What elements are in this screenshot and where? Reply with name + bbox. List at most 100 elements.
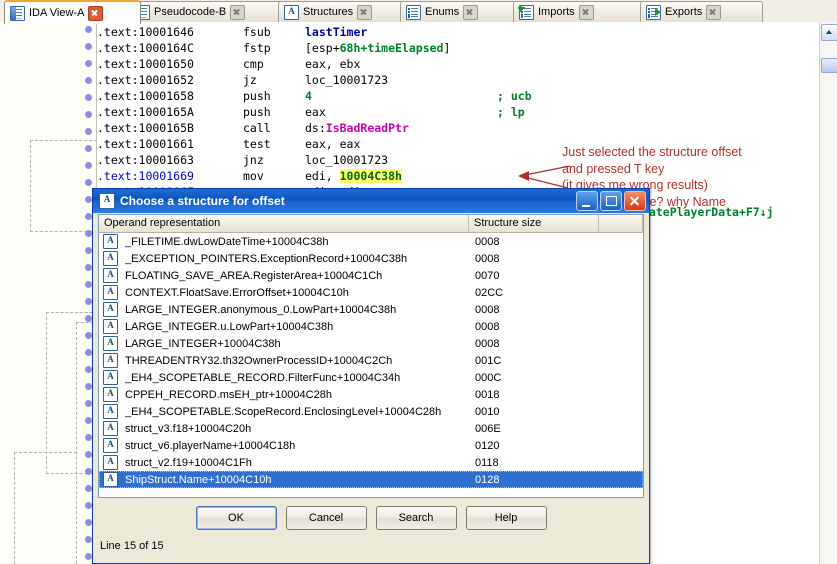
tab-pseudocode-b[interactable]: Pseudocode-B — [129, 1, 288, 22]
structure-list[interactable]: Operand representation Structure size A _… — [98, 214, 644, 498]
maximize-button[interactable] — [600, 191, 622, 211]
column-header-size[interactable]: Structure size — [469, 215, 599, 232]
tab-enums[interactable]: Enums — [400, 1, 523, 22]
ok-button[interactable]: OK — [195, 506, 277, 530]
disasm-line[interactable]: .text:10001646 fsub lastTimer — [97, 24, 367, 40]
tab-structures[interactable]: A Structures — [278, 1, 409, 22]
struct-a-icon: A — [103, 285, 118, 300]
scroll-up-button[interactable] — [821, 24, 837, 41]
table-row[interactable]: A LARGE_INTEGER.anonymous_0.LowPart+10004… — [99, 301, 643, 318]
disasm-line[interactable]: .text:10001650 cmp eax, ebx — [97, 56, 360, 72]
table-row[interactable]: A _EH4_SCOPETABLE_RECORD.FilterFunc+10004… — [99, 369, 643, 386]
choose-structure-dialog[interactable]: A Choose a structure for offset Operand … — [92, 188, 650, 564]
line-marker-dot — [85, 264, 92, 271]
line-address: .text:1000165A — [97, 105, 194, 119]
line-marker-dot — [85, 60, 92, 67]
line-operand[interactable]: edi, 10004C38h — [305, 168, 402, 184]
dialog-body: Operand representation Structure size A _… — [96, 214, 646, 560]
row-structure-size: 0008 — [475, 320, 500, 333]
row-operand-representation: LARGE_INTEGER+10004C38h — [125, 337, 281, 350]
disasm-line[interactable]: .text:1000164C fstp [esp+68h+timeElapsed] — [97, 40, 450, 56]
line-marker-dot — [85, 400, 92, 407]
disasm-line[interactable]: .text:10001658 push 4 ; ucb — [97, 88, 532, 104]
list-rows[interactable]: A _FILETIME.dwLowDateTime+10004C38h 0008 A _… — [99, 233, 643, 497]
row-operand-representation: _EH4_SCOPETABLE_RECORD.FilterFunc+10004C… — [125, 371, 401, 384]
line-operand[interactable]: loc_10001723 — [305, 152, 388, 168]
struct-a-icon: A — [99, 193, 115, 209]
line-marker-dot — [85, 111, 92, 118]
line-operand[interactable]: loc_10001723 — [305, 72, 388, 88]
column-header-operand[interactable]: Operand representation — [99, 215, 469, 232]
line-address: .text:10001650 — [97, 57, 194, 71]
tab-close-icon[interactable] — [463, 4, 479, 20]
line-operand[interactable]: eax, eax — [305, 136, 360, 152]
table-row[interactable]: A FLOATING_SAVE_AREA.RegisterArea+10004C1… — [99, 267, 643, 284]
table-row[interactable]: A _EXCEPTION_POINTERS.ExceptionRecord+100… — [99, 250, 643, 267]
table-row[interactable]: Astruct_v6.playerName+10004C18h 0120 — [99, 437, 643, 454]
tab-ida-view-a[interactable]: IDA View-A — [4, 0, 141, 24]
table-row[interactable]: Astruct_v2.f19+10004C1Fh 0118 — [99, 454, 643, 471]
disasm-line[interactable]: .text:10001669 mov edi, 10004C38h — [97, 168, 402, 184]
cancel-button[interactable]: Cancel — [285, 506, 367, 530]
line-mnemonic: fsub — [243, 25, 271, 39]
highlighted-operand[interactable]: 10004C38h — [339, 169, 402, 183]
line-operand[interactable]: [esp+68h+timeElapsed] — [305, 40, 450, 56]
close-button[interactable] — [624, 191, 646, 211]
row-operand-representation: _EH4_SCOPETABLE.ScopeRecord.EnclosingLev… — [125, 405, 442, 418]
row-structure-size: 0008 — [475, 303, 500, 316]
line-operand[interactable]: lastTimer — [305, 24, 367, 40]
tab-label: Enums — [425, 5, 460, 18]
table-row[interactable]: A CPPEH_RECORD.msEH_ptr+10004C28h 0018 — [99, 386, 643, 403]
tab-close-icon[interactable] — [88, 5, 104, 21]
table-row[interactable]: A CONTEXT.FloatSave.ErrorOffset+10004C10h… — [99, 284, 643, 301]
minimize-icon — [582, 205, 590, 207]
struct-a-icon: A — [103, 234, 118, 249]
tab-close-icon[interactable] — [230, 4, 246, 20]
line-mnemonic: mov — [243, 169, 264, 183]
tab-close-icon[interactable] — [578, 4, 594, 20]
struct-a-icon: A — [284, 4, 299, 20]
line-marker-dot — [85, 383, 92, 390]
line-operand[interactable]: eax, ebx — [305, 56, 360, 72]
disasm-line[interactable]: .text:1000165A push eax ; lp — [97, 104, 525, 120]
tab-exports[interactable]: Exports — [640, 1, 763, 22]
line-operand[interactable]: eax — [305, 104, 326, 120]
disasm-line[interactable]: .text:10001663 jnz loc_10001723 — [97, 152, 388, 168]
table-row[interactable]: A _FILETIME.dwLowDateTime+10004C38h 0008 — [99, 233, 643, 250]
enum-list-icon — [406, 4, 421, 20]
table-row[interactable]: A _EH4_SCOPETABLE.ScopeRecord.EnclosingLe… — [99, 403, 643, 420]
minimize-button[interactable] — [576, 191, 598, 211]
scrollbar-thumb[interactable] — [821, 58, 837, 73]
table-row[interactable]: A LARGE_INTEGER+10004C38h 0008 — [99, 335, 643, 352]
line-marker-dot — [85, 315, 92, 322]
line-operand[interactable]: ds:IsBadReadPtr — [305, 120, 409, 136]
table-row[interactable]: A ShipStruct.Name+10004C10h 0128 — [99, 471, 643, 488]
row-structure-size: 0128 — [475, 473, 500, 486]
struct-a-icon: A — [103, 472, 118, 487]
green-arrow-icon — [655, 7, 661, 16]
disasm-line[interactable]: .text:1000165B call ds:IsBadReadPtr — [97, 120, 409, 136]
help-button[interactable]: Help — [465, 506, 547, 530]
table-row[interactable]: A LARGE_INTEGER.u.LowPart+10004C38h 0008 — [99, 318, 643, 335]
column-header-spacer[interactable] — [599, 215, 643, 232]
tab-close-icon[interactable] — [706, 4, 722, 20]
disasm-line[interactable]: .text:10001652 jz loc_10001723 — [97, 72, 388, 88]
tab-label: Exports — [665, 5, 703, 18]
row-operand-representation: CPPEH_RECORD.msEH_ptr+10004C28h — [125, 388, 332, 401]
row-structure-size: 006E — [475, 422, 501, 435]
row-operand-representation: LARGE_INTEGER.anonymous_0.LowPart+10004C… — [125, 303, 397, 316]
line-marker-dot — [85, 196, 92, 203]
tab-close-icon[interactable] — [357, 4, 373, 20]
disasm-line[interactable]: .text:10001661 test eax, eax — [97, 136, 360, 152]
line-operand[interactable]: 4 — [305, 88, 312, 104]
line-marker-dot — [85, 145, 92, 152]
vertical-scrollbar[interactable] — [819, 22, 837, 564]
search-button[interactable]: Search — [375, 506, 457, 530]
dialog-title-bar[interactable]: A Choose a structure for offset — [93, 189, 649, 213]
table-row[interactable]: A THREADENTRY32.th32OwnerProcessID+10004C… — [99, 352, 643, 369]
table-row[interactable]: Astruct_v3.f18+10004C20h 006E — [99, 420, 643, 437]
tab-label: Pseudocode-B — [154, 5, 227, 18]
struct-a-icon: A — [103, 404, 118, 419]
line-marker-dot — [85, 553, 92, 560]
tab-imports[interactable]: Imports — [513, 1, 650, 22]
